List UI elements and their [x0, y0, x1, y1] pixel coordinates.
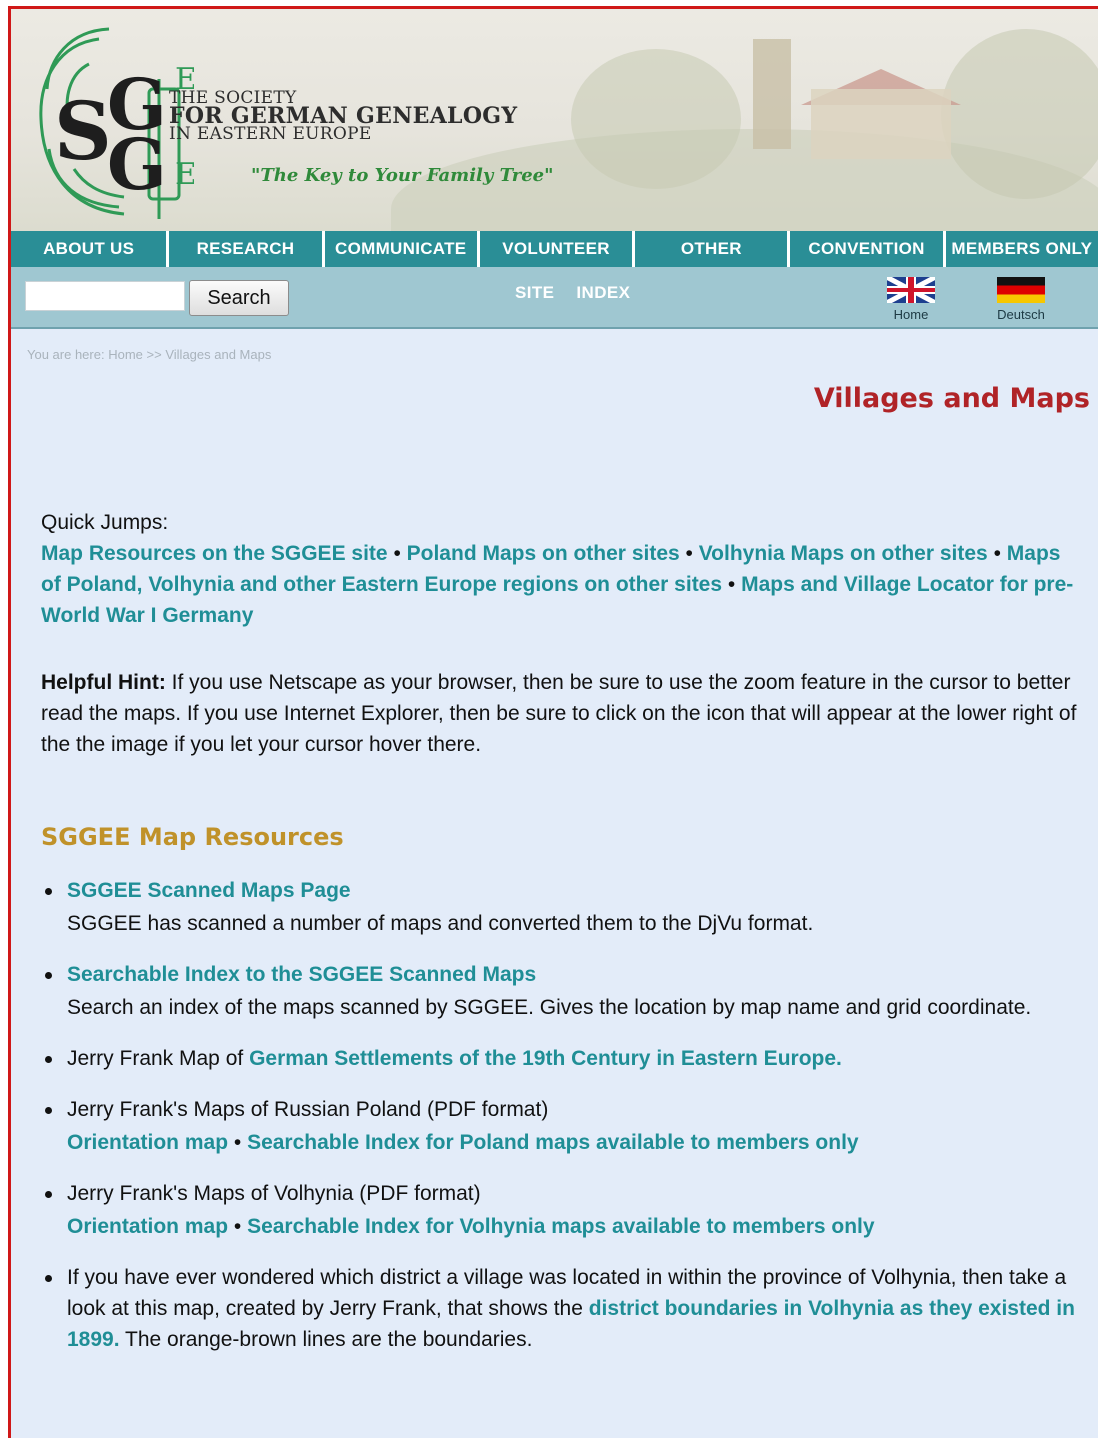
jump-separator: • — [685, 542, 693, 565]
nav-members-only[interactable]: MEMBERS ONLY — [945, 231, 1098, 267]
tagline: "The Key to Your Family Tree" — [251, 165, 554, 186]
org-name-line2: FOR GERMAN GENEALOGY — [169, 103, 518, 129]
link-separator: • — [228, 1131, 248, 1154]
jump-separator: • — [393, 542, 401, 565]
item-description: SGGEE has scanned a number of maps and c… — [67, 912, 814, 935]
link-separator: • — [228, 1215, 248, 1238]
main-nav: ABOUT US RESEARCH COMMUNICATE VOLUNTEER … — [11, 231, 1098, 267]
helpful-hint-label: Helpful Hint: — [41, 671, 166, 694]
language-english[interactable]: Home — [881, 277, 941, 322]
item-description: Search an index of the maps scanned by S… — [67, 996, 1032, 1019]
quick-jumps: Quick Jumps: Map Resources on the SGGEE … — [41, 507, 1086, 631]
nav-other[interactable]: OTHER — [635, 231, 788, 267]
banner-church-tower — [753, 39, 791, 149]
svg-text:G: G — [107, 123, 167, 206]
list-item: Searchable Index to the SGGEE Scanned Ma… — [41, 959, 1086, 1023]
list-item: Jerry Frank's Maps of Russian Poland (PD… — [41, 1094, 1086, 1158]
nav-communicate[interactable]: COMMUNICATE — [324, 231, 477, 267]
search-input[interactable] — [25, 281, 185, 311]
quick-jumps-label: Quick Jumps: — [41, 511, 169, 534]
banner-house — [811, 89, 951, 159]
resource-list: SGGEE Scanned Maps Page SGGEE has scanne… — [41, 875, 1086, 1355]
poland-orientation-map-link[interactable]: Orientation map — [67, 1131, 228, 1154]
jump-poland-maps[interactable]: Poland Maps on other sites — [407, 542, 680, 565]
search-button[interactable]: Search — [189, 280, 289, 316]
page-frame: S G G E E THE SOCIETY FOR GERMAN GENEALO… — [8, 6, 1098, 1438]
jump-volhynia-maps[interactable]: Volhynia Maps on other sites — [699, 542, 988, 565]
language-german-label: Deutsch — [997, 307, 1045, 322]
poland-index-link[interactable]: Searchable Index for Poland maps availab… — [247, 1131, 859, 1154]
language-german[interactable]: Deutsch — [991, 277, 1051, 322]
helpful-hint: Helpful Hint: If you use Netscape as you… — [41, 667, 1086, 760]
banner-tree — [571, 49, 741, 189]
nav-convention[interactable]: CONVENTION — [790, 231, 943, 267]
breadcrumb-prefix: You are here: — [27, 347, 105, 362]
index-link[interactable]: INDEX — [576, 283, 630, 303]
nav-about-us[interactable]: ABOUT US — [11, 231, 167, 267]
list-item: If you have ever wondered which district… — [41, 1262, 1086, 1355]
language-english-label: Home — [893, 307, 929, 322]
page-title: Villages and Maps — [813, 383, 1090, 414]
jump-separator: • — [993, 542, 1001, 565]
quick-jumps-links: Map Resources on the SGGEE site • Poland… — [41, 538, 1086, 631]
org-name: THE SOCIETY FOR GERMAN GENEALOGY IN EAST… — [169, 89, 517, 143]
volhynia-index-link[interactable]: Searchable Index for Volhynia maps avail… — [247, 1215, 875, 1238]
item-text: Jerry Frank's Maps of Volhynia (PDF form… — [67, 1182, 481, 1205]
section-title: SGGEE Map Resources — [41, 823, 344, 851]
nav-research[interactable]: RESEARCH — [169, 231, 322, 267]
volhynia-orientation-map-link[interactable]: Orientation map — [67, 1215, 228, 1238]
list-item: SGGEE Scanned Maps Page SGGEE has scanne… — [41, 875, 1086, 939]
nav-volunteer[interactable]: VOLUNTEER — [479, 231, 633, 267]
item-prefix: Jerry Frank Map of — [67, 1047, 250, 1070]
banner-tree — [941, 29, 1098, 199]
breadcrumb: You are here: Home >> Villages and Maps — [27, 347, 271, 362]
item-text: Jerry Frank's Maps of Russian Poland (PD… — [67, 1098, 549, 1121]
searchable-index-link[interactable]: Searchable Index to the SGGEE Scanned Ma… — [67, 959, 1086, 990]
helpful-hint-text: If you use Netscape as your browser, the… — [41, 671, 1077, 756]
german-flag-icon — [997, 277, 1045, 303]
jump-sggee-map-resources[interactable]: Map Resources on the SGGEE site — [41, 542, 388, 565]
uk-flag-icon — [887, 277, 935, 303]
article-body: Quick Jumps: Map Resources on the SGGEE … — [41, 507, 1086, 1375]
breadcrumb-separator: >> — [146, 347, 162, 362]
jump-separator: • — [727, 573, 736, 596]
svg-text:S: S — [54, 84, 112, 178]
list-item: Jerry Frank Map of German Settlements of… — [41, 1043, 1086, 1074]
search-bar: Search SITE INDEX Home Deutsch — [11, 267, 1098, 329]
site-link[interactable]: SITE — [515, 283, 554, 303]
german-settlements-link[interactable]: German Settlements of the 19th Century i… — [249, 1047, 842, 1070]
item-suffix: The orange-brown lines are the boundarie… — [119, 1328, 533, 1351]
scanned-maps-link[interactable]: SGGEE Scanned Maps Page — [67, 875, 1086, 906]
header-banner: S G G E E THE SOCIETY FOR GERMAN GENEALO… — [11, 9, 1098, 231]
list-item: Jerry Frank's Maps of Volhynia (PDF form… — [41, 1178, 1086, 1242]
svg-text:E: E — [175, 157, 194, 192]
site-index-links: SITE INDEX — [515, 283, 630, 303]
breadcrumb-home[interactable]: Home — [108, 347, 143, 362]
breadcrumb-current: Villages and Maps — [165, 347, 272, 362]
